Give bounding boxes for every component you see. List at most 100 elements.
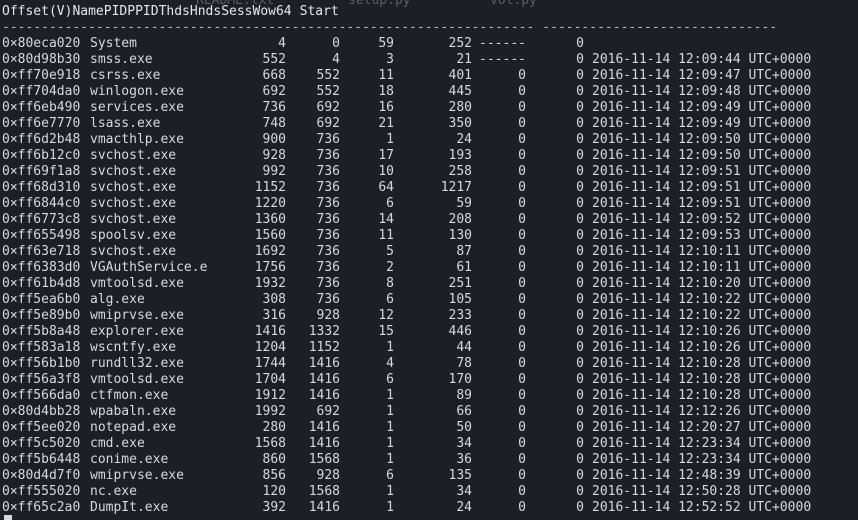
cell-name: wpabaln.exe [90,404,177,419]
cell-hnds: 170 [448,372,472,387]
cell-ppid: 1416 [308,356,340,371]
cell-pid: 1912 [254,388,286,403]
cell-wow64: 0 [576,468,584,483]
cell-hnds: 130 [448,228,472,243]
cell-ppid: 1416 [308,500,340,515]
cell-name: svchost.exe [90,148,177,163]
cell-thds: 6 [386,372,394,387]
cell-thds: 1 [386,500,394,515]
cell-pid: 928 [262,148,286,163]
cell-name: spoolsv.exe [90,228,177,243]
cell-name: VGAuthService.e [90,260,208,275]
cell-offset: 0×ff6d2b48 [2,132,81,147]
header-wow64: Wow64 [252,4,292,19]
cell-ppid: 1568 [308,452,340,467]
cell-pid: 668 [262,68,286,83]
table-row: 0×80d4d7f0 wmiprvse.exe 856 928 6 135 0 0 2016-1… [2,468,811,484]
cell-offset: 0×ff566da0 [2,388,81,403]
cell-ppid: 736 [316,164,340,179]
cell-thds: 1 [386,436,394,451]
cell-offset: 0×ff5c5020 [2,436,81,451]
cell-sess: 0 [518,436,526,451]
cell-pid: 1152 [254,180,286,195]
cell-hnds: 66 [456,404,472,419]
cell-offset: 0×ff56a3f8 [2,372,81,387]
cell-wow64: 0 [576,148,584,163]
table-row: 0×ff65c2a0 DumpIt.exe 392 1416 1 24 0 0 2016-11-… [2,500,811,516]
cell-pid: 856 [262,468,286,483]
cell-name: vmtoolsd.exe [90,372,184,387]
cell-thds: 5 [386,244,394,259]
header-separator: ----------------------------------------… [2,20,777,36]
cell-ppid: 0 [332,36,340,51]
cell-start: 2016-11-14 12:09:49 UTC+0000 [592,100,812,115]
header-offset: Offset(V) [2,4,73,19]
cell-name: wmiprvse.exe [90,308,184,323]
cell-name: wscntfy.exe [90,340,177,355]
cell-ppid: 1152 [308,340,340,355]
cell-offset: 0×ff68d310 [2,180,81,195]
cell-start: 2016-11-14 12:50:28 UTC+0000 [592,484,812,499]
cell-wow64: 0 [576,276,584,291]
cell-wow64: 0 [576,436,584,451]
cell-sess: 0 [518,228,526,243]
cell-ppid: 1416 [308,420,340,435]
cell-sess: 0 [518,84,526,99]
cell-ppid: 736 [316,180,340,195]
cell-hnds: 89 [456,388,472,403]
cell-offset: 0×ff6b12c0 [2,148,81,163]
cell-offset: 0×ff69f1a8 [2,164,81,179]
cell-wow64: 0 [576,500,584,515]
cell-sess: 0 [518,388,526,403]
cell-thds: 4 [386,356,394,371]
table-row: 0×ff6eb490 services.exe 736 692 16 280 0 0 2016-… [2,100,811,116]
terminal-window[interactable]: README.txt setup.py vol.py Offset(V)Name… [0,0,858,520]
table-row: 0×ff56b1b0 rundll32.exe 1744 1416 4 78 0 0 2016-… [2,356,811,372]
shell-prompt[interactable] [2,515,12,520]
cell-offset: 0×80eca020 [2,36,81,51]
sep-name: -------------------- [80,20,237,35]
cell-wow64: 0 [576,196,584,211]
cell-pid: 1692 [254,244,286,259]
cell-offset: 0×80d4d7f0 [2,468,81,483]
table-row: 0×80d98b30 smss.exe 552 4 3 21 ------ 0 2016-11-… [2,52,811,68]
cell-name: vmacthlp.exe [90,132,184,147]
header-pid: PID [103,4,128,19]
cell-start: 2016-11-14 12:10:22 UTC+0000 [592,308,812,323]
cell-ppid: 552 [316,68,340,83]
cell-start: 2016-11-14 12:09:50 UTC+0000 [592,132,812,147]
header-name: Name [72,4,104,19]
cell-wow64: 0 [576,324,584,339]
cell-thds: 1 [386,452,394,467]
table-row: 0×ff5ee020 notepad.exe 280 1416 1 50 0 0 2016-11… [2,420,811,436]
cell-sess: 0 [518,276,526,291]
cell-offset: 0×ff6eb490 [2,100,81,115]
cell-thds: 6 [386,468,394,483]
cell-hnds: 350 [448,116,472,131]
cell-offset: 0×ff65c2a0 [2,500,81,515]
cell-wow64: 0 [576,100,584,115]
cell-ppid: 736 [316,148,340,163]
cell-hnds: 401 [448,68,472,83]
cell-wow64: 0 [576,340,584,355]
sep-start: ------------------------------ [542,20,778,35]
cell-ppid: 692 [316,404,340,419]
cell-offset: 0×ff6844c0 [2,196,81,211]
cell-name: svchost.exe [90,212,177,227]
sep-wow64: ------ [487,20,535,35]
cell-ppid: 1568 [308,484,340,499]
cell-pid: 748 [262,116,286,131]
cell-sess: 0 [518,212,526,227]
table-row: 0×ff6e7770 lsass.exe 748 692 21 350 0 0 2016-11-… [2,116,811,132]
cell-wow64: 0 [576,292,584,307]
cell-ppid: 692 [316,100,340,115]
cell-thds: 10 [378,164,394,179]
cell-start: 2016-11-14 12:52:52 UTC+0000 [592,500,812,515]
cell-wow64: 0 [576,452,584,467]
cell-wow64: 0 [576,84,584,99]
cell-offset: 0×80d98b30 [2,52,81,67]
cell-sess: 0 [518,100,526,115]
cell-hnds: 34 [456,436,472,451]
header-hnds: Hnds [189,4,222,19]
cell-offset: 0×ff583a18 [2,340,81,355]
